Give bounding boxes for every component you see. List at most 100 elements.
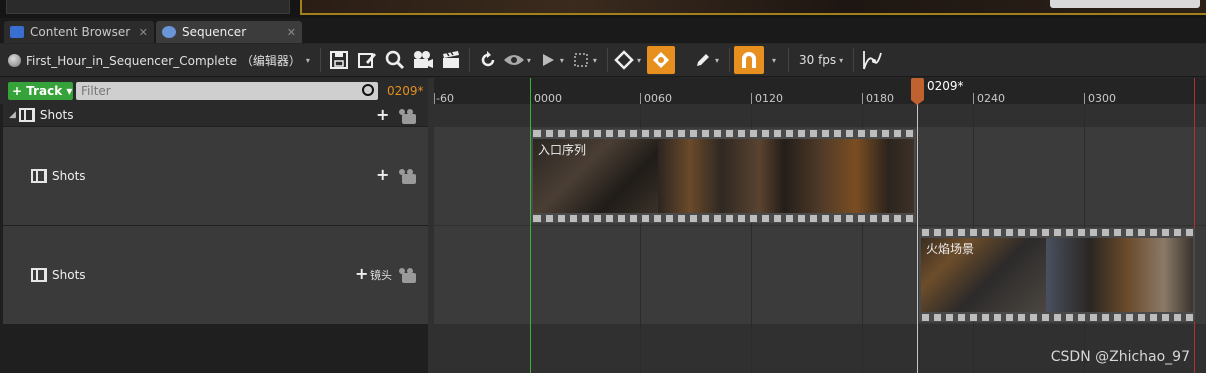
ruler-label: 0240 [977,92,1005,105]
refresh-icon [481,51,495,67]
auto-key-icon [652,52,669,68]
tab-sequencer[interactable]: Sequencer ✕ [156,21,302,43]
fps-label: 30 fps [798,53,837,67]
camera-icon[interactable] [399,169,416,184]
separator [728,48,730,72]
separator [787,48,789,72]
ruler-tick [973,93,974,104]
key-icon [614,50,634,70]
search-icon [385,50,404,70]
playback-end-marker[interactable] [1194,78,1195,373]
outliner-header: + Track ▾ Filter 0209* [0,78,434,104]
ruler-tick [434,93,435,104]
add-shot-button[interactable]: + [355,264,368,283]
chevron-down-icon: ▾ [839,55,844,65]
track-label: Shots [52,169,86,183]
chevron-down-icon[interactable]: ▾ [772,56,776,65]
playhead-line [917,104,918,373]
camera-icon [413,51,433,68]
film-perforation [531,215,916,222]
film-perforation [531,130,916,137]
track-outliner: + Track ▾ Filter 0209* ◢ Shots + Shots +… [0,78,434,373]
render-movie-button[interactable] [437,46,465,74]
thumbnail [1046,238,1193,312]
camera-button[interactable] [409,46,437,74]
timeline-area[interactable]: -60 0000 0060 0120 0180 0240 0300 入口序列 火… [434,78,1206,373]
toolbar: First_Hour_in_Sequencer_Complete （编辑器） ▾… [0,44,1206,77]
search-button[interactable] [381,46,409,74]
sequence-selector[interactable]: First_Hour_in_Sequencer_Complete （编辑器） ▾ [8,52,316,69]
separator [853,48,855,72]
shot-thumbnails [533,139,914,213]
watermark: CSDN @Zhichao_97 [1050,349,1190,365]
filter-input[interactable]: Filter [76,82,378,100]
globe-icon [8,53,21,67]
chevron-down-icon[interactable]: ▾ [637,56,641,65]
playback-button[interactable] [537,46,559,74]
ruler-label: 0000 [534,92,562,105]
clapper-icon [442,51,459,68]
chevron-down-icon[interactable]: ▾ [593,56,597,65]
playback-start-marker[interactable] [530,78,531,373]
camera-icon[interactable] [399,268,416,283]
tab-bar: Content Browser ✕ Sequencer ✕ [0,18,1206,43]
current-time-display[interactable]: 0209* [387,84,424,98]
film-perforation [919,314,1195,321]
tab-content-browser[interactable]: Content Browser ✕ [4,21,154,43]
add-track-button[interactable]: + Track ▾ [8,82,73,100]
camera-icon[interactable] [399,109,416,124]
selection-button[interactable] [570,46,592,74]
film-icon [31,268,47,282]
fps-selector[interactable]: 30 fps ▾ [799,53,849,67]
separator [319,48,321,72]
view-options-button[interactable] [502,46,526,74]
shot-label: 入口序列 [538,143,587,157]
separator [606,48,608,72]
sequencer-window: Content Browser ✕ Sequencer ✕ First_Hour… [0,0,1206,373]
add-shot-label[interactable]: 镜头 [370,267,392,283]
save-icon [329,51,348,69]
chevron-down-icon[interactable]: ▾ [715,56,719,65]
track-row-shots[interactable]: Shots + [3,127,428,225]
save-button[interactable] [325,46,353,74]
thumbnail [785,139,914,213]
shot-section-entrance[interactable]: 入口序列 [531,129,916,223]
chevron-down-icon[interactable]: ▾ [560,56,564,65]
snap-magnet-icon [741,52,756,68]
close-icon[interactable]: ✕ [139,26,148,39]
time-ruler[interactable]: -60 0000 0060 0120 0180 0240 0300 [434,78,1206,105]
curve-icon [863,51,883,70]
viewport-overlay-box [1050,0,1200,8]
edit-mode-button[interactable] [692,46,714,74]
collapse-arrow-icon[interactable]: ◢ [9,110,16,120]
key-button[interactable] [612,46,636,74]
tab-label: Sequencer [182,25,247,39]
add-shot-button[interactable]: + [376,105,389,124]
ruler-tick [1084,93,1085,104]
chevron-down-icon[interactable]: ▾ [527,56,531,65]
add-shot-button[interactable]: + [376,165,389,184]
playhead-handle[interactable] [911,78,924,105]
track-row-shots[interactable]: Shots + 镜头 [3,226,428,324]
snap-button[interactable] [733,46,764,74]
ruler-tick [862,93,863,104]
ruler-label: 0120 [755,92,783,105]
top-left-panel [6,0,290,14]
edit-button[interactable] [353,46,381,74]
track-row-shots[interactable]: ◢ Shots + [3,104,428,126]
filter-placeholder: Filter [81,84,111,98]
track-label: Shots [52,268,86,282]
curve-editor-button[interactable] [858,46,886,74]
shot-section-fire[interactable]: 火焰场景 [919,228,1195,322]
restore-state-button[interactable] [474,46,502,74]
film-icon [31,169,47,183]
content-browser-icon [10,26,24,38]
ruler-label: 0060 [644,92,672,105]
close-icon[interactable]: ✕ [287,26,296,39]
auto-key-button[interactable] [646,46,675,74]
separator [468,48,470,72]
ruler-label: 0300 [1088,92,1116,105]
track-label: Shots [39,108,74,122]
ruler-label: -60 [436,92,454,105]
